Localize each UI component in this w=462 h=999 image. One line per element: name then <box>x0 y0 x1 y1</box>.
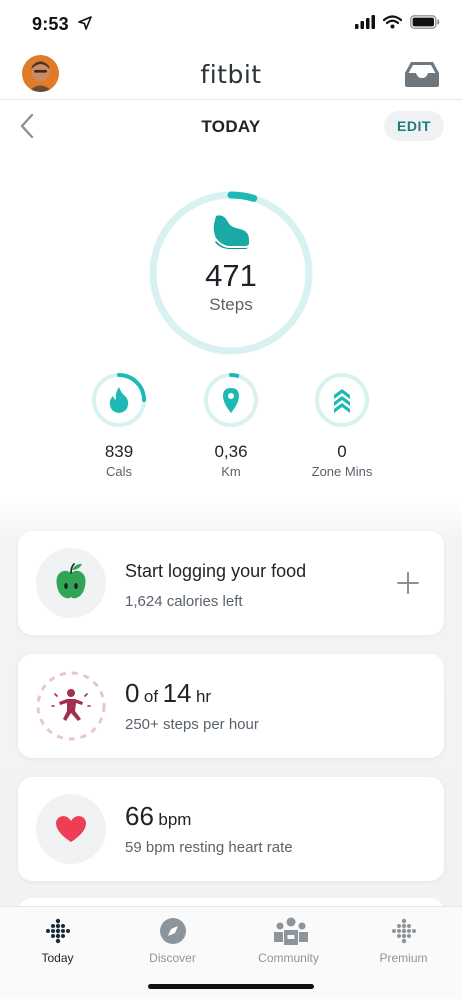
sub-header: TODAY EDIT <box>0 100 462 152</box>
food-card[interactable]: Start logging your food 1,624 calories l… <box>18 531 444 635</box>
tab-premium-label: Premium <box>379 951 428 965</box>
tab-today[interactable]: Today <box>0 915 115 965</box>
hourly-icon-wrap <box>36 671 106 741</box>
location-arrow-icon <box>78 16 92 30</box>
heart-icon-wrap <box>36 794 106 864</box>
steps-value: 471 <box>205 258 257 293</box>
hourly-value: 0 <box>125 678 140 708</box>
active-person-icon <box>36 671 106 741</box>
home-indicator <box>148 984 314 989</box>
add-food-plus-icon[interactable] <box>396 571 420 595</box>
flame-icon <box>109 387 129 413</box>
heart-rate-card[interactable]: 66 bpm 59 bpm resting heart rate <box>18 777 444 881</box>
premium-dots-icon <box>391 918 416 944</box>
compass-icon <box>159 918 186 944</box>
tab-community-label: Community <box>258 951 319 965</box>
wifi-icon <box>383 15 402 29</box>
food-card-title: Start logging your food <box>125 561 307 581</box>
heart-rate-value: 66 <box>125 801 154 831</box>
status-time: 9:53 <box>32 14 69 34</box>
fitbit-dots-icon <box>45 918 70 944</box>
heart-rate-subtitle: 59 bpm resting heart rate <box>125 839 293 856</box>
heart-value-row: 66 bpm <box>125 801 191 832</box>
food-icon-wrap <box>36 548 106 618</box>
tab-discover-label: Discover <box>149 951 196 965</box>
shoe-icon <box>213 215 249 249</box>
distance-label: Km <box>221 464 241 479</box>
tab-today-label: Today <box>41 951 74 965</box>
hourly-value-row: 0 of 14 hr <box>125 678 211 709</box>
zone-minutes-label: Zone Mins <box>311 464 373 479</box>
calories-ring <box>91 372 147 428</box>
zone-chevrons-icon <box>334 389 350 413</box>
heart-rate-unit: bpm <box>158 810 192 829</box>
zone-minutes-ring <box>314 372 370 428</box>
status-bar: 9:53 <box>0 0 462 50</box>
apple-icon <box>56 563 86 599</box>
brand-logo: fitbit <box>200 60 262 89</box>
inbox-icon[interactable] <box>404 60 440 88</box>
hourly-unit: hr <box>195 687 212 706</box>
hourly-subtitle: 250+ steps per hour <box>125 716 259 733</box>
stat-calories[interactable]: 839 Cals <box>64 372 174 479</box>
tab-premium[interactable]: Premium <box>346 915 461 965</box>
community-icon <box>273 917 308 945</box>
zone-minutes-value: 0 <box>337 442 347 461</box>
distance-ring <box>203 372 259 428</box>
edit-button[interactable]: EDIT <box>384 111 444 141</box>
heart-icon <box>56 816 86 842</box>
hourly-activity-card[interactable]: 0 of 14 hr 250+ steps per hour <box>18 654 444 758</box>
stat-zone-minutes[interactable]: 0 Zone Mins <box>287 372 397 479</box>
distance-value: 0,36 <box>214 442 248 461</box>
tab-community[interactable]: Community <box>231 915 346 965</box>
calories-label: Cals <box>105 464 132 479</box>
signal-icon <box>355 15 375 29</box>
steps-label: Steps <box>209 295 253 314</box>
hourly-target: 14 <box>162 678 192 708</box>
app-header: fitbit <box>0 50 462 100</box>
stat-distance[interactable]: 0,36 Km <box>176 372 286 479</box>
location-pin-icon <box>223 388 239 413</box>
calories-value: 839 <box>104 442 134 461</box>
tab-discover[interactable]: Discover <box>115 915 230 965</box>
food-card-subtitle: 1,624 calories left <box>125 593 243 610</box>
hourly-of: of <box>143 687 159 706</box>
battery-icon <box>410 15 440 29</box>
